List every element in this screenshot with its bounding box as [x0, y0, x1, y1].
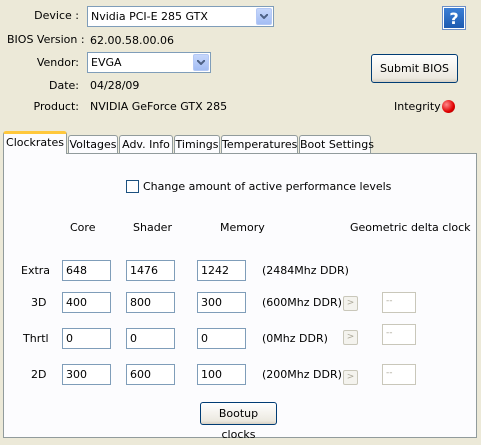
memory-input[interactable]: 1242 [197, 260, 246, 281]
delta-column-header: Geometric delta clock [350, 221, 471, 234]
core-input[interactable]: 0 [62, 328, 111, 349]
memory-input[interactable]: 100 [197, 364, 246, 385]
arrow-right-icon[interactable]: > [343, 330, 358, 345]
memory-input[interactable]: 0 [197, 328, 246, 349]
ddr-label: (200Mhz DDR) [262, 368, 342, 381]
row-label-thrtl: Thrtl [23, 332, 49, 345]
shader-input[interactable]: 600 [126, 364, 175, 385]
core-input[interactable]: 300 [62, 364, 111, 385]
ddr-label: (2484Mhz DDR) [262, 264, 349, 277]
shader-input[interactable]: 1476 [126, 260, 175, 281]
arrow-right-icon[interactable]: > [343, 370, 358, 385]
ddr-label: (600Mhz DDR) [262, 296, 342, 309]
memory-input[interactable]: 300 [197, 292, 246, 313]
core-column-header: Core [70, 221, 96, 234]
memory-column-header: Memory [220, 221, 265, 234]
delta-input[interactable]: -- [382, 324, 416, 345]
change-levels-label: Change amount of active performance leve… [143, 180, 392, 193]
shader-column-header: Shader [133, 221, 172, 234]
row-label-3d: 3D [31, 296, 47, 309]
shader-input[interactable]: 800 [126, 292, 175, 313]
row-label-extra: Extra [21, 264, 51, 277]
change-levels-checkbox[interactable] [126, 180, 139, 193]
row-label-2d: 2D [31, 368, 47, 381]
core-input[interactable]: 400 [62, 292, 111, 313]
arrow-right-icon[interactable]: > [343, 296, 358, 311]
core-input[interactable]: 648 [62, 260, 111, 281]
ddr-label: (0Mhz DDR) [262, 332, 328, 345]
bootup-clocks-button[interactable]: Bootup clocks [200, 402, 277, 441]
shader-input[interactable]: 0 [126, 328, 175, 349]
delta-input[interactable]: -- [382, 292, 416, 313]
delta-input[interactable]: -- [382, 364, 416, 385]
